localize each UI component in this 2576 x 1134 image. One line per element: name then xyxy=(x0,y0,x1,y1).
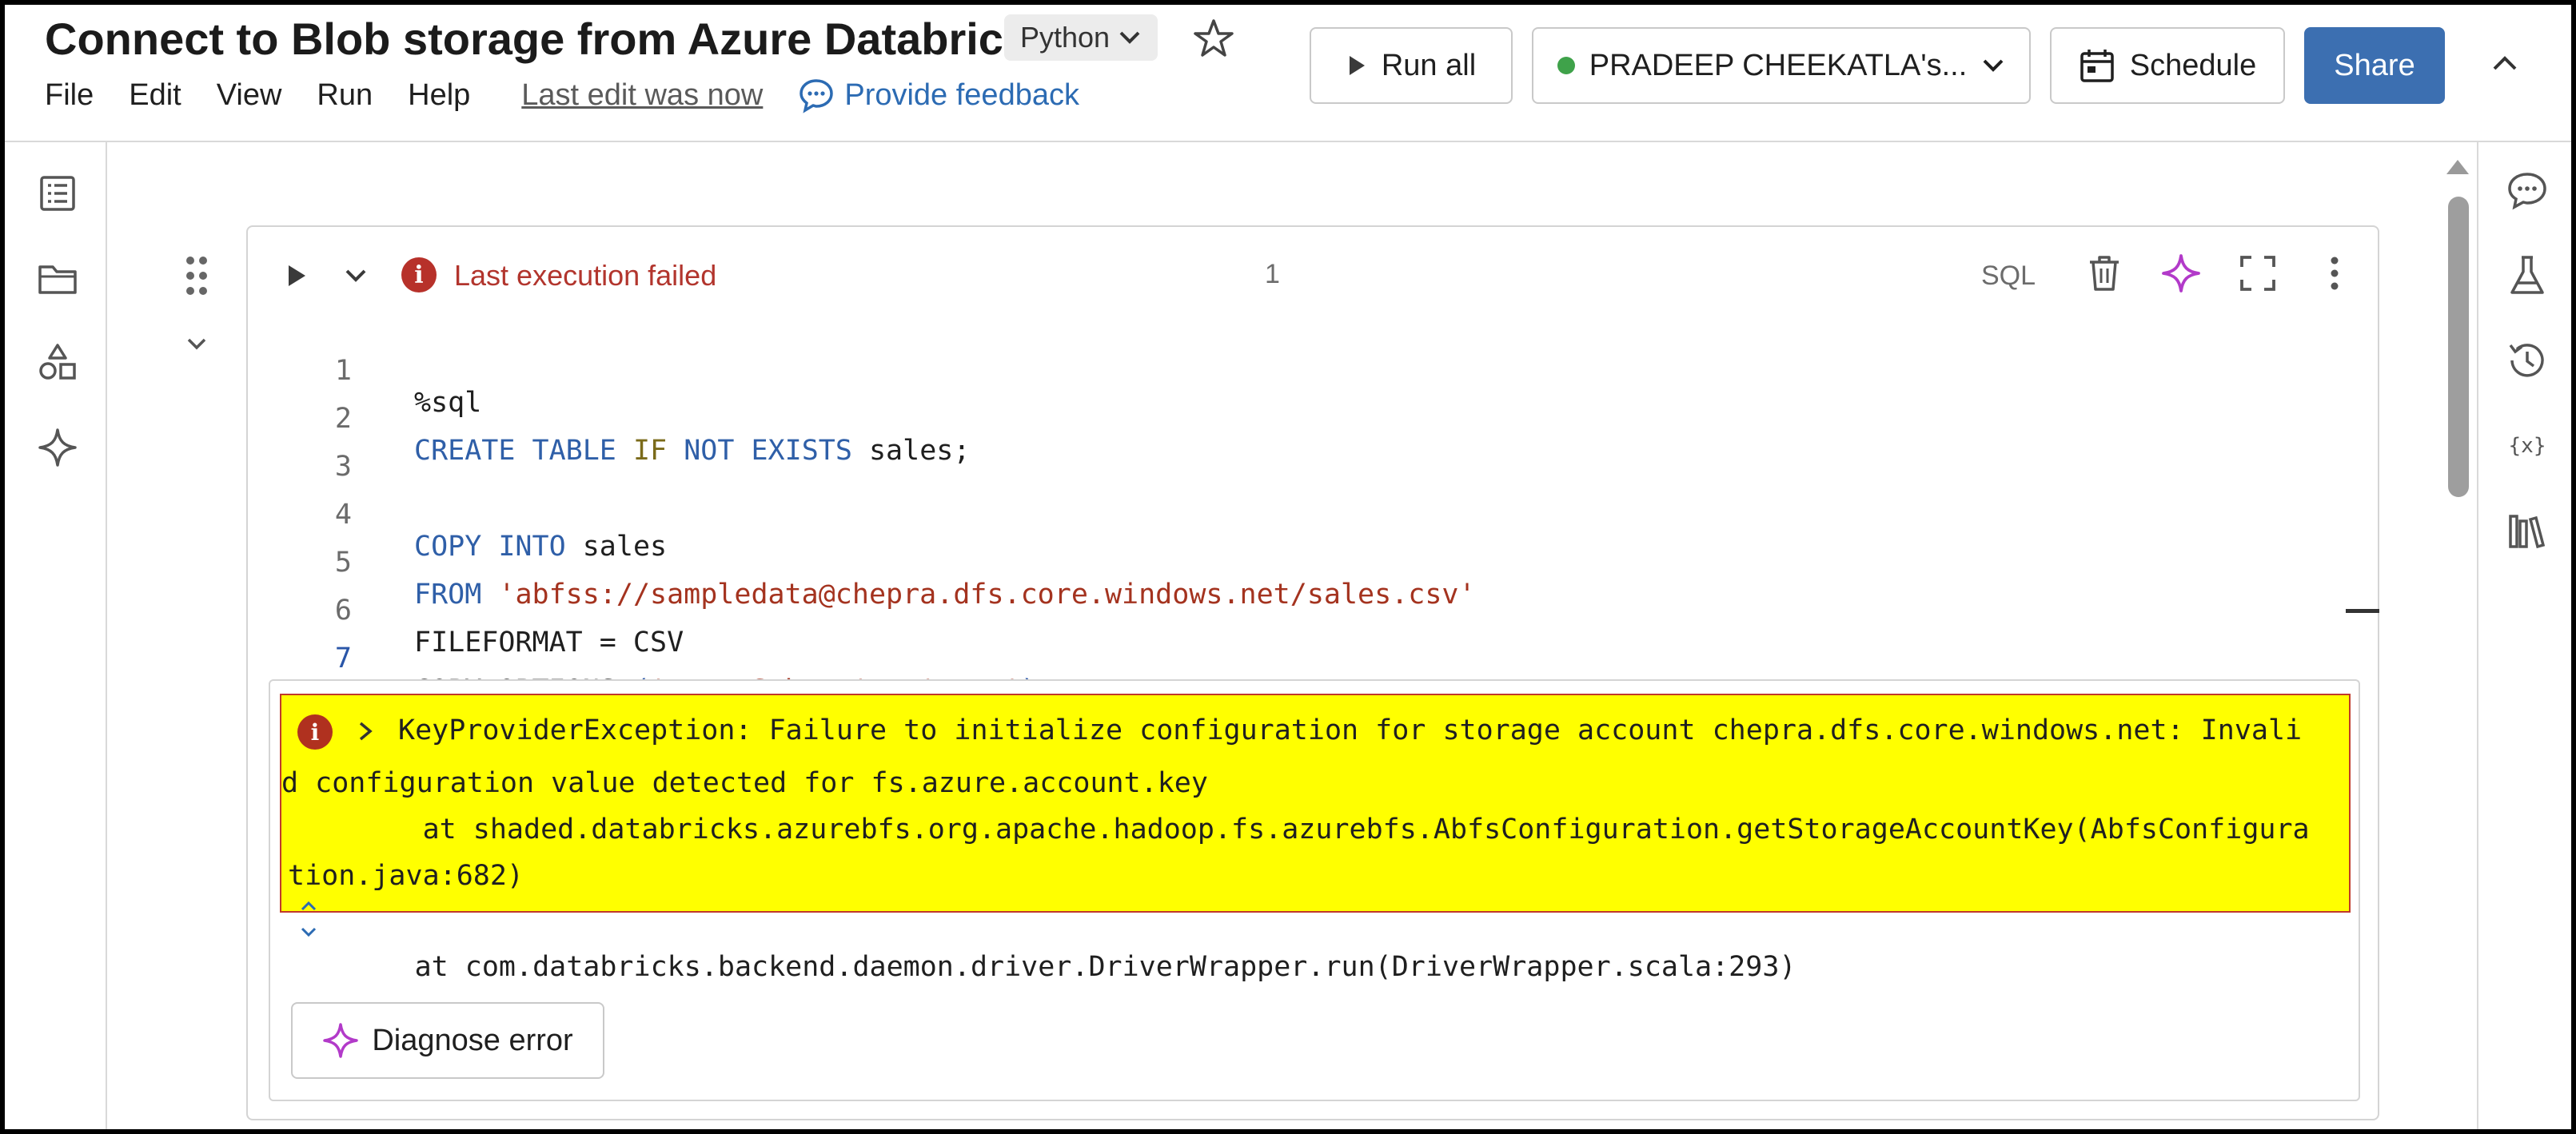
comments-icon[interactable] xyxy=(2504,168,2550,214)
delete-icon[interactable] xyxy=(2084,253,2125,294)
menu-view[interactable]: View xyxy=(217,78,282,113)
collapse-cell-icon[interactable] xyxy=(182,329,211,358)
error-message-block: i KeyProviderException: Failure to initi… xyxy=(280,694,2351,913)
schedule-button[interactable]: Schedule xyxy=(2050,27,2285,104)
chevron-up-icon[interactable] xyxy=(2486,45,2523,82)
chevron-down-icon[interactable] xyxy=(342,264,369,288)
error-text-line: KeyProviderException: Failure to initial… xyxy=(398,714,2303,746)
error-text-line: d configuration value detected for fs.az… xyxy=(281,767,1208,799)
assistant-sparkle-icon[interactable] xyxy=(35,425,80,470)
chevron-down-icon xyxy=(1983,59,2004,72)
cell-output: i KeyProviderException: Failure to initi… xyxy=(269,679,2360,1101)
play-icon xyxy=(1349,56,1365,75)
speech-bubble-icon xyxy=(800,79,834,113)
run-all-button[interactable]: Run all xyxy=(1310,27,1513,104)
code-line: 3 xyxy=(248,419,2359,483)
shapes-catalog-icon[interactable] xyxy=(35,340,80,385)
chevron-down-icon xyxy=(1119,31,1140,44)
cell-toolbar: i Last execution failed 1 SQL xyxy=(248,227,2378,323)
language-label: Python xyxy=(1020,21,1111,54)
fullscreen-icon[interactable] xyxy=(2237,253,2279,294)
code-editor[interactable]: 1 %sql 2 CREATE TABLE IF NOT EXISTS sale… xyxy=(248,323,2359,706)
code-line: 2 CREATE TABLE IF NOT EXISTS sales; xyxy=(248,371,2359,467)
favorite-star-icon[interactable] xyxy=(1191,16,1236,61)
left-sidebar xyxy=(0,142,107,1134)
menu-edit[interactable]: Edit xyxy=(129,78,181,113)
more-options-icon[interactable] xyxy=(2314,253,2355,294)
schedule-label: Schedule xyxy=(2129,48,2257,82)
calendar-icon xyxy=(2080,50,2114,82)
menu-bar: File Edit View Run Help Last edit was no… xyxy=(45,77,1079,113)
diagnose-error-label: Diagnose error xyxy=(372,1023,573,1057)
execution-status: Last execution failed xyxy=(454,259,717,292)
last-edit-link[interactable]: Last edit was now xyxy=(521,78,763,113)
cluster-status-indicator xyxy=(1557,57,1575,74)
run-all-label: Run all xyxy=(1381,48,1477,82)
menu-file[interactable]: File xyxy=(45,78,94,113)
revision-history-icon[interactable] xyxy=(2504,337,2550,384)
svg-text:{x}: {x} xyxy=(2509,434,2546,458)
library-icon[interactable] xyxy=(2504,507,2550,553)
provide-feedback-link[interactable]: Provide feedback xyxy=(798,77,1079,113)
error-status-icon: i xyxy=(401,257,437,292)
execution-count: 1 xyxy=(1265,259,1280,289)
drag-handle-icon[interactable] xyxy=(184,254,209,297)
feedback-label: Provide feedback xyxy=(844,78,1079,112)
diagnose-error-button[interactable]: Diagnose error xyxy=(291,1002,604,1079)
folder-icon[interactable] xyxy=(35,256,80,300)
notebook-header: Connect to Blob storage from Azure Datab… xyxy=(0,0,2576,142)
chevron-right-icon[interactable] xyxy=(355,719,376,743)
code-line: 6 FILEFORMAT = CSV xyxy=(248,563,2359,659)
notebook-cell: i Last execution failed 1 SQL 1 %sql 2 C… xyxy=(246,225,2379,1120)
cell-language-selector[interactable]: SQL xyxy=(1981,261,2036,292)
assistant-sparkle-icon xyxy=(323,1023,359,1058)
share-label: Share xyxy=(2334,48,2415,82)
notebook-title[interactable]: Connect to Blob storage from Azure Datab… xyxy=(45,13,1041,65)
code-line: 7 COPY_OPTIONS ('mergeSchema' = 'true'); xyxy=(248,611,2359,706)
expand-collapse-output-icon[interactable] xyxy=(297,897,320,945)
assistant-sparkle-icon[interactable] xyxy=(2160,253,2202,294)
variables-icon[interactable]: {x} xyxy=(2504,422,2550,468)
right-sidebar: {x} xyxy=(2477,142,2576,1134)
error-text-line: at shaded.databricks.azurebfs.org.apache… xyxy=(288,814,2310,846)
error-text-line: tion.java:682) xyxy=(288,860,524,892)
stack-trace-line: at com.databricks.backend.daemon.driver.… xyxy=(280,951,1796,983)
language-selector[interactable]: Python xyxy=(1004,14,1158,61)
cluster-name: PRADEEP CHEEKATLA's... xyxy=(1589,48,1968,82)
menu-help[interactable]: Help xyxy=(408,78,470,113)
run-cell-icon[interactable] xyxy=(285,262,309,289)
scroll-up-arrow[interactable] xyxy=(2446,160,2469,174)
error-icon: i xyxy=(297,714,333,750)
minimap-cursor-marker xyxy=(2346,609,2379,613)
experiments-flask-icon[interactable] xyxy=(2504,253,2550,299)
code-line: 4 COPY INTO sales xyxy=(248,467,2359,563)
table-of-contents-icon[interactable] xyxy=(35,171,80,216)
share-button[interactable]: Share xyxy=(2304,27,2445,104)
cluster-selector-button[interactable]: PRADEEP CHEEKATLA's... xyxy=(1532,27,2031,104)
scrollbar-thumb[interactable] xyxy=(2448,197,2469,497)
code-line: 5 FROM 'abfss://sampledata@chepra.dfs.co… xyxy=(248,515,2359,611)
line-number: 7 xyxy=(334,643,352,674)
code-line: 1 %sql xyxy=(248,323,2359,419)
menu-run[interactable]: Run xyxy=(317,78,373,113)
